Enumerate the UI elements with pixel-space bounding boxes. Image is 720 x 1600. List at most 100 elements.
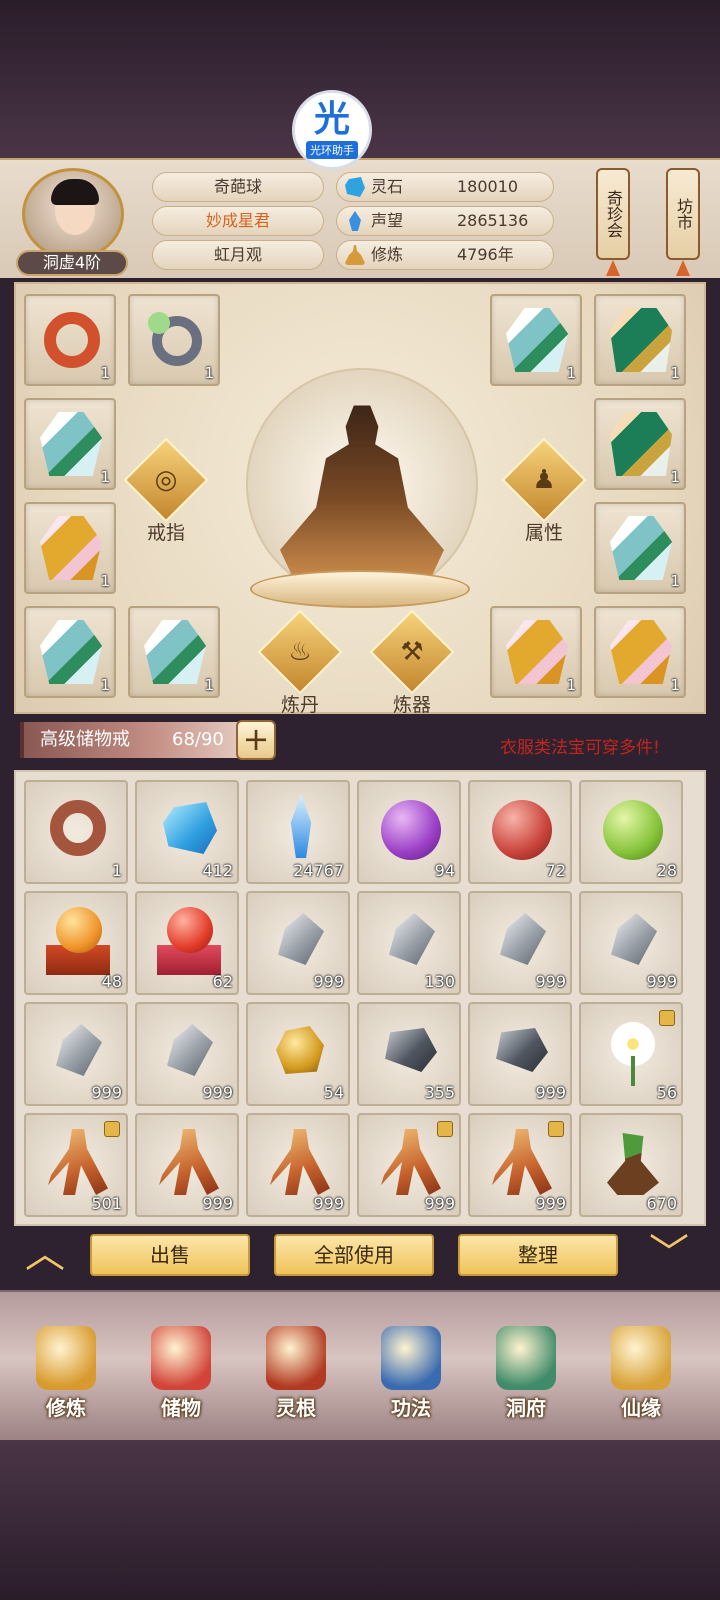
rank-label: 洞虚4阶 xyxy=(16,250,128,276)
stat-label: 声望 xyxy=(371,211,404,230)
attribute-button[interactable]: ♟ 属性 xyxy=(494,437,594,550)
equip-slot-ring-1[interactable]: 1 xyxy=(24,294,116,386)
equip-slot-robe[interactable]: 1 xyxy=(128,606,220,698)
ring-button[interactable]: ◎ 戒指 xyxy=(116,437,216,550)
nav-label: 功法 xyxy=(391,1396,431,1420)
inventory-slot[interactable]: 999 xyxy=(135,1113,239,1217)
equip-slot-robe[interactable]: 1 xyxy=(490,606,582,698)
storage-capacity: 68/90 xyxy=(172,729,224,750)
equip-slot-robe[interactable]: 1 xyxy=(594,606,686,698)
nav-item[interactable]: 功法 xyxy=(359,1314,463,1434)
inventory-slot[interactable]: 999 xyxy=(246,1113,350,1217)
dark-ore-icon xyxy=(496,1028,548,1072)
bottom-banner xyxy=(0,1440,720,1600)
helper-badge[interactable]: 光 光环助手 xyxy=(292,90,372,170)
inventory-slot[interactable]: 999 xyxy=(135,1002,239,1106)
item-count: 94 xyxy=(434,861,455,880)
item-count: 501 xyxy=(91,1194,122,1213)
item-count: 999 xyxy=(313,972,344,991)
lock-icon xyxy=(659,1010,675,1026)
golden-robe-icon xyxy=(610,620,672,684)
inventory-slot[interactable]: 1 xyxy=(24,780,128,884)
slot-count: 1 xyxy=(670,676,680,694)
inventory-slot[interactable]: 670 xyxy=(579,1113,683,1217)
alchemy-button[interactable]: ♨ 炼丹 xyxy=(250,609,350,722)
nav-item[interactable]: 灵根 xyxy=(244,1314,348,1434)
storage-label: 高级储物戒 xyxy=(40,729,130,750)
page-up-icon[interactable]: ︿ xyxy=(20,1234,70,1274)
slot-count: 1 xyxy=(100,468,110,486)
nav-item[interactable]: 修炼 xyxy=(14,1314,118,1434)
forge-button[interactable]: ⚒ 炼器 xyxy=(362,609,462,722)
use-all-button[interactable]: 全部使用 xyxy=(274,1234,434,1276)
inventory-grid: 1 412 24767 94 72 28 48 62 999 130 999 999 999 999 54 3… xyxy=(14,770,706,1226)
item-count: 999 xyxy=(535,1194,566,1213)
inventory-slot[interactable]: 999 xyxy=(579,891,683,995)
equip-slot-robe[interactable]: 1 xyxy=(594,294,686,386)
item-count: 1 xyxy=(111,861,122,880)
shop-market[interactable]: 坊市 xyxy=(666,168,700,276)
inventory-slot[interactable]: 94 xyxy=(357,780,461,884)
inventory-slot[interactable]: 130 xyxy=(357,891,461,995)
dark-ore-icon xyxy=(385,1028,437,1072)
stat-label: 灵石 xyxy=(371,177,404,196)
nav-item[interactable]: 仙缘 xyxy=(589,1314,693,1434)
item-count: 999 xyxy=(646,972,677,991)
fortune-gourd-icon xyxy=(611,1326,671,1390)
slot-count: 1 xyxy=(670,468,680,486)
inventory-slot[interactable]: 999 xyxy=(246,891,350,995)
inventory-slot[interactable]: 999 xyxy=(24,1002,128,1106)
equip-slot-ring-2[interactable]: 1 xyxy=(128,294,220,386)
inventory-slot[interactable]: 62 xyxy=(135,891,239,995)
inventory-slot[interactable]: 54 xyxy=(246,1002,350,1106)
inventory-slot[interactable]: 24767 xyxy=(246,780,350,884)
shop-treasure-fair[interactable]: 奇珍会 xyxy=(596,168,630,276)
silver-ore-icon xyxy=(500,913,546,965)
inventory-slot[interactable]: 412 xyxy=(135,780,239,884)
bottom-nav: 修炼 储物 灵根 功法 洞府 仙缘 xyxy=(0,1290,720,1440)
item-count: 999 xyxy=(424,1194,455,1213)
robe-icon xyxy=(40,620,102,684)
inventory-slot[interactable]: 28 xyxy=(579,780,683,884)
robe-icon xyxy=(610,516,672,580)
equip-slot-robe[interactable]: 1 xyxy=(594,398,686,490)
stat-label: 修炼 xyxy=(371,245,404,264)
inventory-slot[interactable]: 999 xyxy=(357,1113,461,1217)
inventory-slot[interactable]: 999 xyxy=(468,891,572,995)
equip-slot-robe[interactable]: 1 xyxy=(594,502,686,594)
robe-icon xyxy=(144,620,206,684)
cultivate-icon xyxy=(36,1326,96,1390)
stat-cultivation: 修炼 4796年 xyxy=(336,240,554,270)
item-count: 54 xyxy=(323,1083,344,1102)
item-count: 999 xyxy=(535,972,566,991)
sort-button[interactable]: 整理 xyxy=(458,1234,618,1276)
storage-note: 衣服类法宝可穿多件! xyxy=(500,738,660,758)
player-title[interactable]: 妙成星君 xyxy=(152,206,324,236)
expand-storage-button[interactable]: + xyxy=(236,720,276,760)
lock-icon xyxy=(548,1121,564,1137)
inventory-slot[interactable]: 355 xyxy=(357,1002,461,1106)
dragon-ring-icon xyxy=(44,312,100,368)
inventory-slot[interactable]: 999 xyxy=(468,1002,572,1106)
equip-slot-robe[interactable]: 1 xyxy=(490,294,582,386)
slot-count: 1 xyxy=(100,572,110,590)
gold-ore-icon xyxy=(276,1026,324,1074)
inventory-slot[interactable]: 72 xyxy=(468,780,572,884)
medal-label: 属性 xyxy=(524,522,563,544)
inventory-slot[interactable]: 56 xyxy=(579,1002,683,1106)
lock-icon xyxy=(104,1121,120,1137)
inventory-slot[interactable]: 999 xyxy=(468,1113,572,1217)
shop-label: 奇珍会 xyxy=(604,190,623,238)
nav-item[interactable]: 储物 xyxy=(129,1314,233,1434)
inventory-slot[interactable]: 501 xyxy=(24,1113,128,1217)
avatar[interactable] xyxy=(22,168,124,260)
equip-slot-robe[interactable]: 1 xyxy=(24,398,116,490)
page-down-icon[interactable]: ﹀ xyxy=(644,1234,694,1274)
sell-button[interactable]: 出售 xyxy=(90,1234,250,1276)
equip-slot-robe[interactable]: 1 xyxy=(24,606,116,698)
equip-slot-robe[interactable]: 1 xyxy=(24,502,116,594)
nav-item[interactable]: 洞府 xyxy=(474,1314,578,1434)
inventory-slot[interactable]: 48 xyxy=(24,891,128,995)
ginseng-root-icon xyxy=(381,1129,441,1195)
stat-prestige: 声望 2865136 xyxy=(336,206,554,236)
